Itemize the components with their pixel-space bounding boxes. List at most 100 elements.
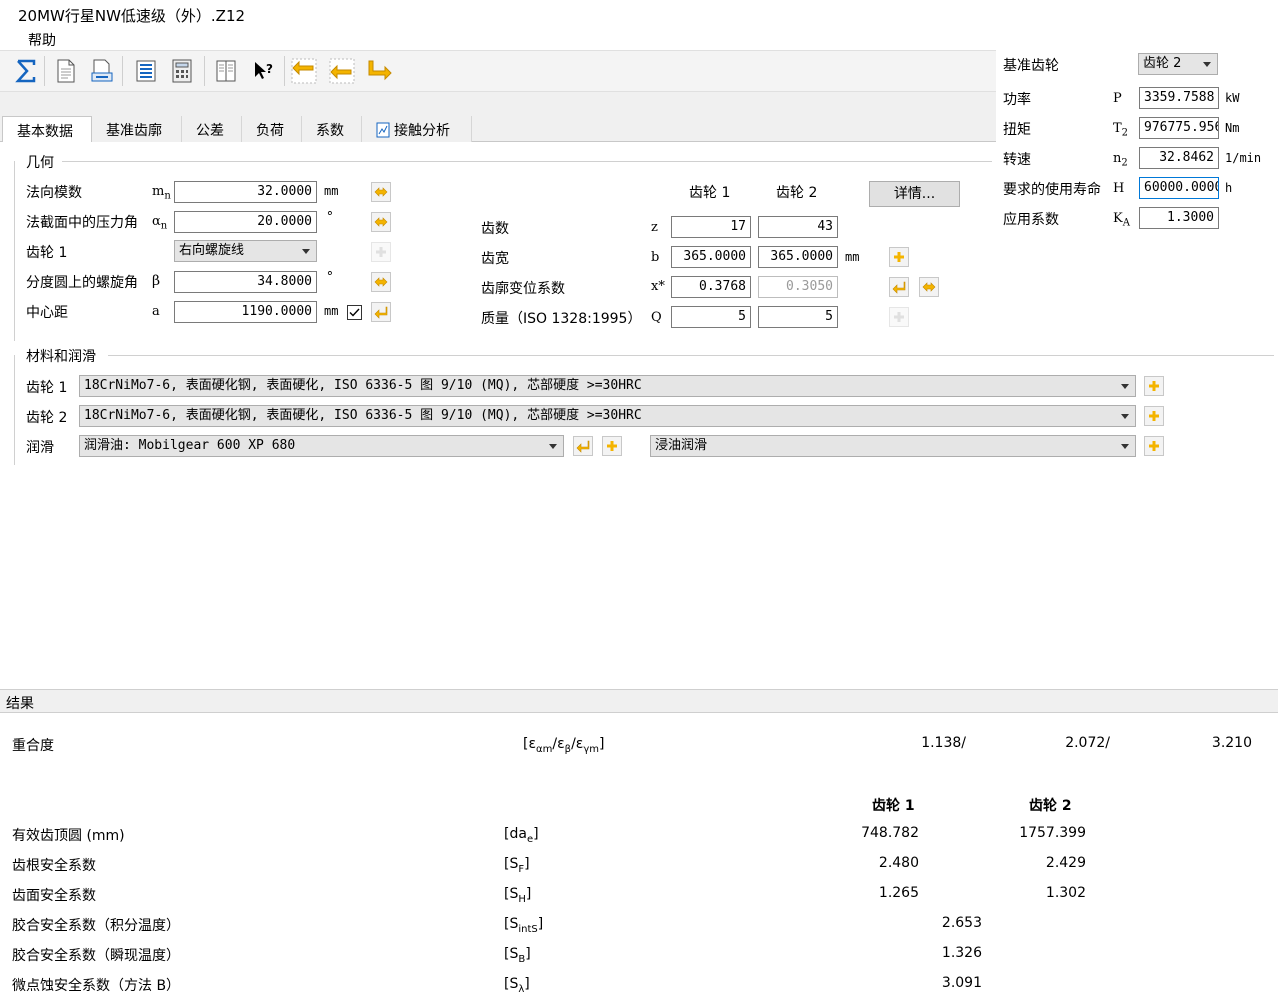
normal-module-unit: mm bbox=[324, 184, 339, 198]
sizing-arrow-3-icon[interactable] bbox=[366, 57, 394, 85]
gear2-face-width-input[interactable]: 365.0000 bbox=[758, 246, 838, 268]
scuffing-flash-label: 胶合安全系数（瞬现温度） bbox=[12, 948, 180, 964]
tab-contact-analysis[interactable]: 接触分析 bbox=[362, 116, 472, 143]
tab-load[interactable]: 负荷 bbox=[242, 116, 302, 143]
plus-icon[interactable] bbox=[889, 247, 909, 267]
sigma-icon[interactable] bbox=[12, 57, 40, 85]
plus-icon bbox=[889, 307, 909, 327]
service-life-symbol: H bbox=[1113, 181, 1125, 196]
helix-angle-input[interactable]: 34.8000 bbox=[174, 271, 317, 293]
details-button[interactable]: 详情... bbox=[869, 181, 960, 207]
flank-safety-gear1: 1.265 bbox=[878, 885, 919, 901]
plus-icon[interactable] bbox=[1144, 436, 1164, 456]
sizing-arrow-2-icon[interactable] bbox=[328, 57, 356, 85]
center-distance-unit: mm bbox=[324, 304, 339, 318]
pressure-angle-input[interactable]: 20.0000 bbox=[174, 211, 317, 233]
sizing-convert-icon[interactable] bbox=[371, 272, 391, 292]
gear1-column-header: 齿轮 1 bbox=[689, 185, 731, 201]
gear1-teeth-input[interactable]: 17 bbox=[671, 216, 751, 238]
plus-icon[interactable] bbox=[1144, 406, 1164, 426]
sizing-return-icon[interactable] bbox=[371, 302, 391, 322]
teeth-label: 齿数 bbox=[481, 221, 509, 237]
micropitting-value: 3.091 bbox=[941, 975, 982, 991]
sizing-arrow-1-icon[interactable] bbox=[290, 57, 318, 85]
sizing-convert-icon[interactable] bbox=[919, 277, 939, 297]
quality-label: 质量（ISO 1328:1995） bbox=[481, 311, 642, 327]
calculator-icon[interactable] bbox=[168, 57, 196, 85]
torque-label: 扭矩 bbox=[1003, 122, 1031, 138]
power-input[interactable]: 3359.7588 bbox=[1139, 87, 1219, 109]
book-icon[interactable] bbox=[212, 57, 240, 85]
results-header: 结果 bbox=[0, 689, 1278, 713]
tip-diameter-label: 有效齿顶圆 (mm) bbox=[12, 828, 125, 844]
tip-diameter-gear1: 748.782 bbox=[861, 825, 919, 841]
gear1-material-select[interactable]: 18CrNiMo7-6, 表面硬化钢, 表面硬化, ISO 6336-5 图 9… bbox=[79, 375, 1136, 397]
normal-module-input[interactable]: 32.0000 bbox=[174, 181, 317, 203]
micropitting-label: 微点蚀安全系数（方法 B） bbox=[12, 978, 181, 994]
chevron-down-icon bbox=[1121, 414, 1129, 419]
gear1-helix-label: 齿轮 1 bbox=[26, 245, 68, 261]
print-preview-icon[interactable] bbox=[88, 57, 116, 85]
pressure-angle-symbol: αn bbox=[152, 214, 168, 232]
power-symbol: P bbox=[1113, 91, 1122, 106]
sizing-convert-icon[interactable] bbox=[371, 182, 391, 202]
lubricant-select[interactable]: 润滑油: Mobilgear 600 XP 680 bbox=[79, 435, 564, 457]
help-cursor-icon[interactable]: ? bbox=[250, 57, 278, 85]
face-width-unit: mm bbox=[845, 250, 860, 264]
lubrication-type-select[interactable]: 浸油润滑 bbox=[650, 435, 1136, 457]
lubrication-label: 润滑 bbox=[26, 440, 54, 456]
application-factor-input[interactable]: 1.3000 bbox=[1139, 207, 1219, 229]
helix-direction-select[interactable]: 右向螺旋线 bbox=[174, 240, 317, 262]
menu-help[interactable]: 帮助 bbox=[28, 30, 56, 50]
sizing-return-icon[interactable] bbox=[889, 277, 909, 297]
center-distance-checkbox[interactable] bbox=[347, 305, 362, 320]
plus-icon[interactable] bbox=[1144, 376, 1164, 396]
gear2-teeth-input[interactable]: 43 bbox=[758, 216, 838, 238]
tab-factors[interactable]: 系数 bbox=[302, 116, 362, 143]
document-icon[interactable] bbox=[52, 57, 80, 85]
results-gear1-header: 齿轮 1 bbox=[872, 798, 915, 814]
sizing-return-icon[interactable] bbox=[573, 436, 593, 456]
tip-diameter-gear2: 1757.399 bbox=[1019, 825, 1086, 841]
teeth-symbol: z bbox=[651, 220, 658, 235]
speed-unit: 1/min bbox=[1225, 151, 1262, 165]
gear2-quality-input[interactable]: 5 bbox=[758, 306, 838, 328]
tab-reference-profile[interactable]: 基准齿廓 bbox=[92, 116, 182, 143]
speed-label: 转速 bbox=[1003, 152, 1031, 168]
gear2-material-select[interactable]: 18CrNiMo7-6, 表面硬化钢, 表面硬化, ISO 6336-5 图 9… bbox=[79, 405, 1136, 427]
tab-basic-data[interactable]: 基本数据 bbox=[2, 116, 92, 143]
sizing-convert-icon[interactable] bbox=[371, 212, 391, 232]
plus-icon bbox=[371, 242, 391, 262]
gear1-face-width-input[interactable]: 365.0000 bbox=[671, 246, 751, 268]
face-width-symbol: b bbox=[651, 250, 660, 265]
torque-unit: Nm bbox=[1225, 121, 1240, 135]
flank-safety-symbol: [SH] bbox=[504, 886, 532, 905]
contact-ratio-value-3: 3.210 bbox=[1211, 735, 1252, 751]
gear1-profile-shift-input[interactable]: 0.3768 bbox=[671, 276, 751, 298]
helix-angle-label: 分度圆上的螺旋角 bbox=[26, 275, 138, 291]
root-safety-gear2: 2.429 bbox=[1045, 855, 1086, 871]
tab-tolerances[interactable]: 公差 bbox=[182, 116, 242, 143]
helix-angle-unit: ° bbox=[326, 270, 334, 285]
contact-ratio-symbol: [εαm/εβ/εγm] bbox=[523, 736, 605, 755]
power-unit: kW bbox=[1225, 91, 1240, 105]
scuffing-integral-value: 2.653 bbox=[941, 915, 982, 931]
flank-safety-gear2: 1.302 bbox=[1045, 885, 1086, 901]
toolbar-band bbox=[0, 92, 996, 114]
torque-input[interactable]: 976775.956 bbox=[1139, 117, 1219, 139]
toolbar: ? bbox=[0, 50, 996, 92]
chevron-down-icon bbox=[1203, 62, 1211, 67]
service-life-input[interactable]: 60000.0000 bbox=[1139, 177, 1219, 199]
center-distance-input[interactable]: 1190.0000 bbox=[174, 301, 317, 323]
gear1-quality-input[interactable]: 5 bbox=[671, 306, 751, 328]
flank-safety-label: 齿面安全系数 bbox=[12, 888, 96, 904]
plus-icon[interactable] bbox=[602, 436, 622, 456]
chevron-down-icon bbox=[1121, 444, 1129, 449]
reference-gear-select[interactable]: 齿轮 2 bbox=[1138, 53, 1218, 75]
scuffing-flash-value: 1.326 bbox=[941, 945, 982, 961]
root-safety-label: 齿根安全系数 bbox=[12, 858, 96, 874]
pressure-angle-unit: ° bbox=[326, 210, 334, 225]
speed-input[interactable]: 32.8462 bbox=[1139, 147, 1219, 169]
report-list-icon[interactable] bbox=[132, 57, 160, 85]
contact-ratio-label: 重合度 bbox=[12, 738, 54, 754]
